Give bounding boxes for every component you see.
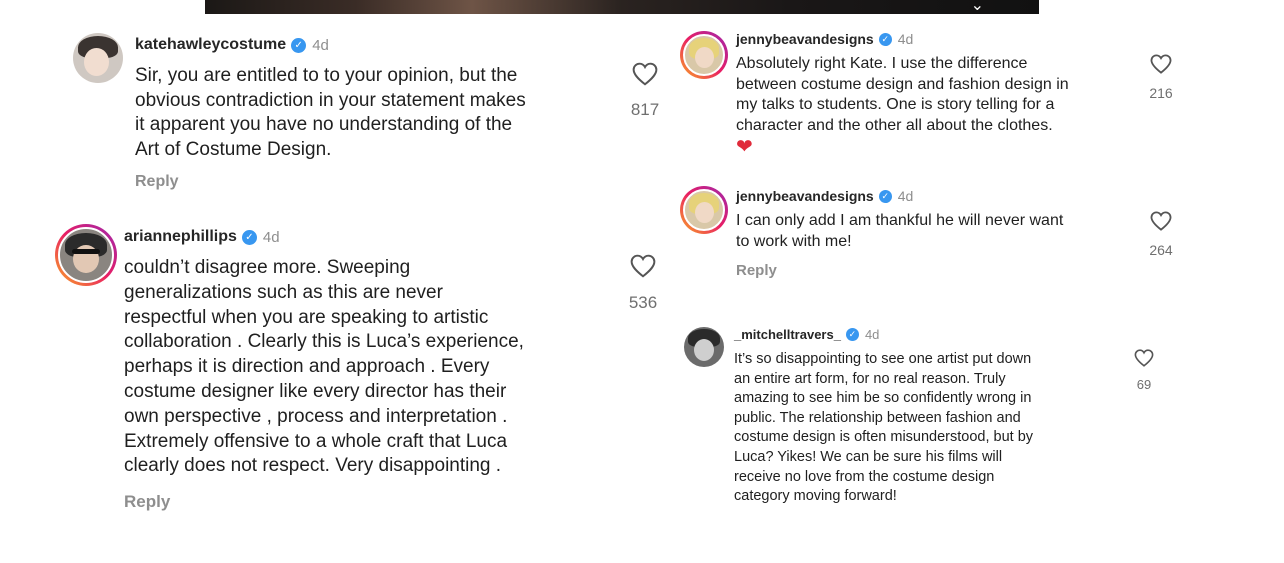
comment-text: Sir, you are entitled to to your opinion… — [135, 65, 526, 160]
comment-text: couldn’t disagree more. Sweeping general… — [124, 257, 524, 477]
username[interactable]: jennybeavandesigns — [736, 188, 874, 204]
avatar[interactable] — [55, 224, 117, 286]
like-count: 536 — [628, 293, 658, 312]
username[interactable]: katehawleycostume — [135, 36, 286, 54]
like-control[interactable]: 536 — [620, 254, 666, 313]
verified-badge-icon: ✓ — [878, 189, 892, 203]
username[interactable]: ariannephillips — [124, 228, 237, 246]
avatar[interactable] — [680, 31, 728, 79]
reply-button[interactable]: Reply — [124, 492, 170, 512]
like-control[interactable]: 216 — [1140, 54, 1182, 101]
collapse-arrow-icon[interactable]: ⌄ — [971, 0, 984, 14]
verified-badge-icon: ✓ — [291, 37, 307, 53]
comment-text: I can only add I am thankful he will nev… — [736, 212, 1064, 250]
verified-badge-icon: ✓ — [878, 32, 892, 46]
comment-text: Absolutely right Kate. I use the differe… — [736, 55, 1069, 158]
comment-text: It’s so disappointing to see one artist … — [734, 351, 1034, 505]
timestamp: 4d — [262, 228, 280, 246]
verified-badge-icon: ✓ — [845, 328, 859, 341]
username[interactable]: jennybeavandesigns — [736, 31, 874, 47]
like-count: 216 — [1149, 85, 1173, 101]
reply-button[interactable]: Reply — [736, 262, 777, 279]
timestamp: 4d — [864, 327, 880, 342]
post-media-strip: ⌄ — [205, 0, 1039, 14]
like-count: 817 — [630, 100, 660, 119]
like-control[interactable]: 69 — [1127, 349, 1161, 392]
avatar[interactable] — [73, 33, 123, 83]
heart-icon[interactable] — [632, 62, 658, 86]
like-control[interactable]: 817 — [622, 62, 668, 120]
avatar[interactable] — [684, 327, 724, 367]
like-count: 264 — [1149, 242, 1173, 258]
heart-icon[interactable] — [1150, 54, 1172, 74]
like-count: 69 — [1136, 377, 1152, 392]
avatar[interactable] — [680, 186, 728, 234]
timestamp: 4d — [897, 188, 914, 204]
heart-icon[interactable] — [1134, 349, 1154, 367]
username[interactable]: _mitchelltravers_ — [734, 327, 841, 342]
verified-badge-icon: ✓ — [241, 229, 257, 245]
like-control[interactable]: 264 — [1140, 211, 1182, 258]
reply-button[interactable]: Reply — [135, 173, 179, 191]
heart-icon[interactable] — [1150, 211, 1172, 231]
red-heart-emoji: ❤ — [736, 136, 753, 158]
timestamp: 4d — [312, 36, 329, 54]
heart-icon[interactable] — [630, 254, 656, 278]
timestamp: 4d — [897, 31, 914, 47]
